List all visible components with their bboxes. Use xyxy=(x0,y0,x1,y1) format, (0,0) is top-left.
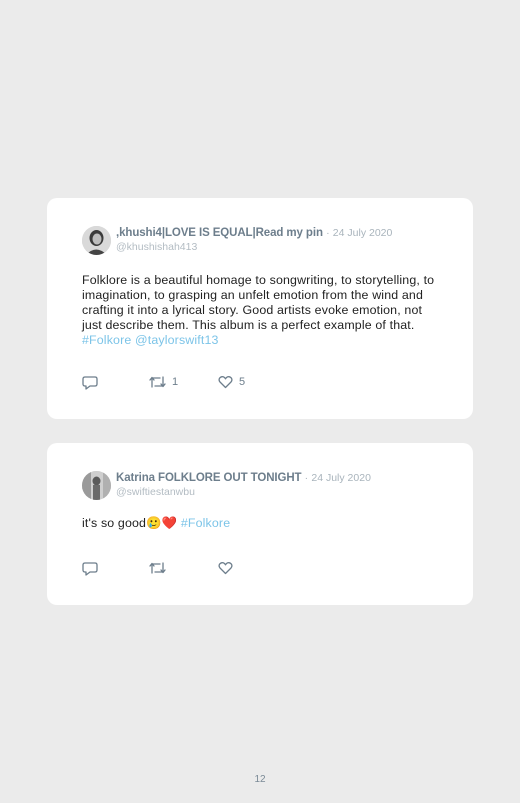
user-name[interactable]: Katrina FOLKLORE OUT TONIGHT xyxy=(116,472,302,484)
retweet-button[interactable] xyxy=(149,560,172,576)
user-handle[interactable]: @swiftiestanwbu xyxy=(116,486,453,498)
reply-button[interactable] xyxy=(82,560,98,576)
user-name[interactable]: ,khushi4|LOVE IS EQUAL|Read my pin xyxy=(116,227,323,239)
tweet-text: Folklore is a beautiful homage to songwr… xyxy=(82,273,443,348)
reply-icon xyxy=(82,375,98,390)
mention-link[interactable]: @taylorswift13 xyxy=(135,333,219,347)
like-icon xyxy=(218,561,233,575)
reply-icon xyxy=(82,561,98,576)
separator: · xyxy=(304,472,309,484)
separator: · xyxy=(326,227,330,239)
tweet-actions: 1 5 xyxy=(82,374,453,390)
hashtag-link[interactable]: #Folkore xyxy=(82,333,131,347)
hashtag-link[interactable]: #Folkore xyxy=(181,516,230,530)
like-button[interactable]: 5 xyxy=(218,374,245,390)
tweet-date[interactable]: 24 July 2020 xyxy=(311,472,371,484)
reply-button[interactable] xyxy=(82,374,98,390)
tweet-header: ,khushi4|LOVE IS EQUAL|Read my pin · 24 … xyxy=(82,226,453,256)
avatar[interactable] xyxy=(82,226,111,255)
tweet-card: Katrina FOLKLORE OUT TONIGHT · 24 July 2… xyxy=(47,443,473,605)
tweet-header: Katrina FOLKLORE OUT TONIGHT · 24 July 2… xyxy=(82,471,453,501)
tweet-date[interactable]: 24 July 2020 xyxy=(333,227,393,239)
tweet-body: Folklore is a beautiful homage to songwr… xyxy=(82,273,435,332)
retweet-button[interactable]: 1 xyxy=(149,374,178,390)
tweet-body: it's so good xyxy=(82,516,147,530)
tweet-card: ,khushi4|LOVE IS EQUAL|Read my pin · 24 … xyxy=(47,198,473,419)
tweet-actions xyxy=(82,560,453,576)
page-number: 12 xyxy=(254,774,266,785)
retweet-count: 1 xyxy=(172,376,179,388)
like-icon xyxy=(218,375,233,389)
tweet-text: it's so good🥲❤️ #Folkore xyxy=(82,516,443,531)
like-count: 5 xyxy=(239,376,246,388)
emoji: 🥲❤️ xyxy=(146,516,178,530)
retweet-icon xyxy=(149,375,166,389)
like-button[interactable] xyxy=(218,560,239,576)
user-handle[interactable]: @khushishah413 xyxy=(116,241,453,253)
avatar[interactable] xyxy=(82,471,111,500)
retweet-icon xyxy=(149,561,166,575)
